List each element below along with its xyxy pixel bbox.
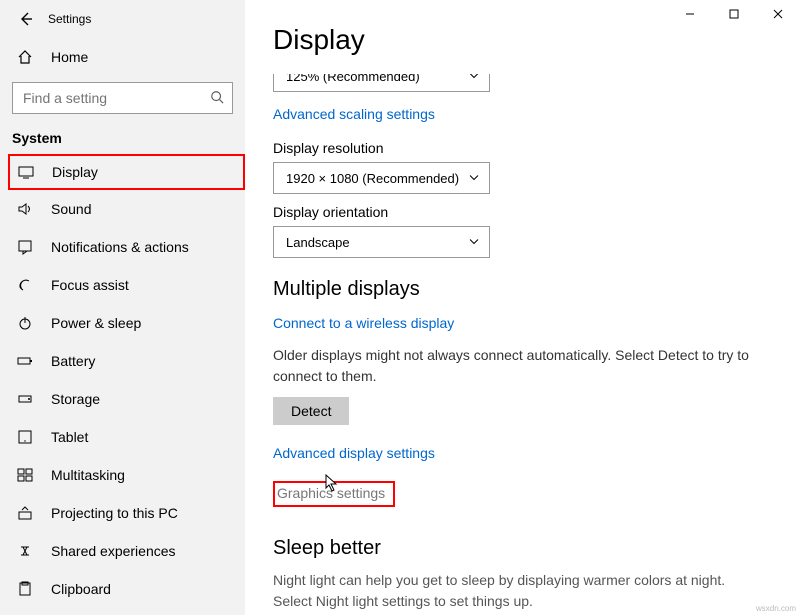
sidebar-item-focus-assist[interactable]: Focus assist — [0, 266, 245, 304]
sidebar-item-label: Tablet — [51, 429, 88, 445]
older-displays-text: Older displays might not always connect … — [273, 345, 764, 387]
sidebar-item-label: Battery — [51, 353, 95, 369]
orientation-label: Display orientation — [273, 204, 764, 220]
multiple-displays-heading: Multiple displays — [273, 278, 764, 301]
sidebar-item-tablet[interactable]: Tablet — [0, 418, 245, 456]
sidebar: Settings Home System Display Sound — [0, 0, 245, 615]
resolution-label: Display resolution — [273, 140, 764, 156]
sidebar-item-multitasking[interactable]: Multitasking — [0, 456, 245, 494]
notifications-icon — [17, 239, 33, 255]
advanced-scaling-link[interactable]: Advanced scaling settings — [273, 106, 435, 122]
sidebar-item-label: Shared experiences — [51, 543, 176, 559]
maximize-button[interactable] — [712, 0, 756, 28]
chevron-down-icon — [469, 69, 479, 84]
sidebar-item-battery[interactable]: Battery — [0, 342, 245, 380]
orientation-dropdown[interactable]: Landscape — [273, 226, 490, 258]
dropdown-value: 1920 × 1080 (Recommended) — [286, 171, 459, 186]
sidebar-item-label: Multitasking — [51, 467, 125, 483]
search-icon — [210, 90, 224, 107]
power-icon — [17, 315, 33, 331]
search-input[interactable] — [21, 89, 210, 107]
shared-icon — [17, 543, 33, 559]
dropdown-value: 125% (Recommended) — [286, 69, 420, 84]
focus-icon — [17, 277, 33, 293]
search-box[interactable] — [12, 82, 233, 114]
sidebar-item-display[interactable]: Display — [8, 154, 245, 190]
battery-icon — [17, 353, 33, 369]
sidebar-item-storage[interactable]: Storage — [0, 380, 245, 418]
home-icon — [17, 49, 33, 65]
projecting-icon — [17, 505, 33, 521]
sidebar-item-label: Clipboard — [51, 581, 111, 597]
sidebar-item-power-sleep[interactable]: Power & sleep — [0, 304, 245, 342]
display-icon — [18, 164, 34, 180]
sidebar-item-label: Sound — [51, 201, 91, 217]
sidebar-item-label: Notifications & actions — [51, 239, 189, 255]
chevron-down-icon — [469, 235, 479, 250]
source-watermark: wsxdn.com — [756, 604, 796, 613]
storage-icon — [17, 391, 33, 407]
clipboard-icon — [17, 581, 33, 597]
sleep-better-heading: Sleep better — [273, 537, 764, 560]
sidebar-item-notifications[interactable]: Notifications & actions — [0, 228, 245, 266]
sound-icon — [17, 201, 33, 217]
wireless-display-link[interactable]: Connect to a wireless display — [273, 315, 454, 331]
sidebar-item-clipboard[interactable]: Clipboard — [0, 570, 245, 608]
sidebar-item-label: Display — [52, 164, 98, 180]
sidebar-item-label: Projecting to this PC — [51, 505, 178, 521]
chevron-down-icon — [469, 171, 479, 186]
sidebar-item-label: Focus assist — [51, 277, 129, 293]
window-title: Settings — [48, 12, 91, 26]
detect-button[interactable]: Detect — [273, 397, 349, 425]
titlebar: Settings — [0, 0, 245, 38]
minimize-button[interactable] — [668, 0, 712, 28]
sidebar-item-label: Storage — [51, 391, 100, 407]
content-area: Display 125% (Recommended) Advanced scal… — [245, 0, 800, 615]
home-button[interactable]: Home — [0, 38, 245, 76]
page-title: Display — [273, 24, 764, 56]
sidebar-item-label: Power & sleep — [51, 315, 141, 331]
close-button[interactable] — [756, 0, 800, 28]
tablet-icon — [17, 429, 33, 445]
graphics-settings-label: Graphics settings — [277, 485, 385, 501]
back-arrow-icon — [18, 11, 34, 27]
sidebar-item-shared[interactable]: Shared experiences — [0, 532, 245, 570]
resolution-dropdown[interactable]: 1920 × 1080 (Recommended) — [273, 162, 490, 194]
advanced-display-link[interactable]: Advanced display settings — [273, 445, 435, 461]
graphics-settings-link[interactable]: Graphics settings — [273, 481, 395, 507]
section-heading: System — [0, 124, 245, 154]
dropdown-value: Landscape — [286, 235, 350, 250]
scale-dropdown[interactable]: 125% (Recommended) — [273, 60, 490, 92]
sleep-better-text: Night light can help you get to sleep by… — [273, 570, 764, 612]
sidebar-item-sound[interactable]: Sound — [0, 190, 245, 228]
multitasking-icon — [17, 467, 33, 483]
sidebar-item-projecting[interactable]: Projecting to this PC — [0, 494, 245, 532]
back-button[interactable] — [12, 5, 40, 33]
home-label: Home — [51, 49, 88, 65]
